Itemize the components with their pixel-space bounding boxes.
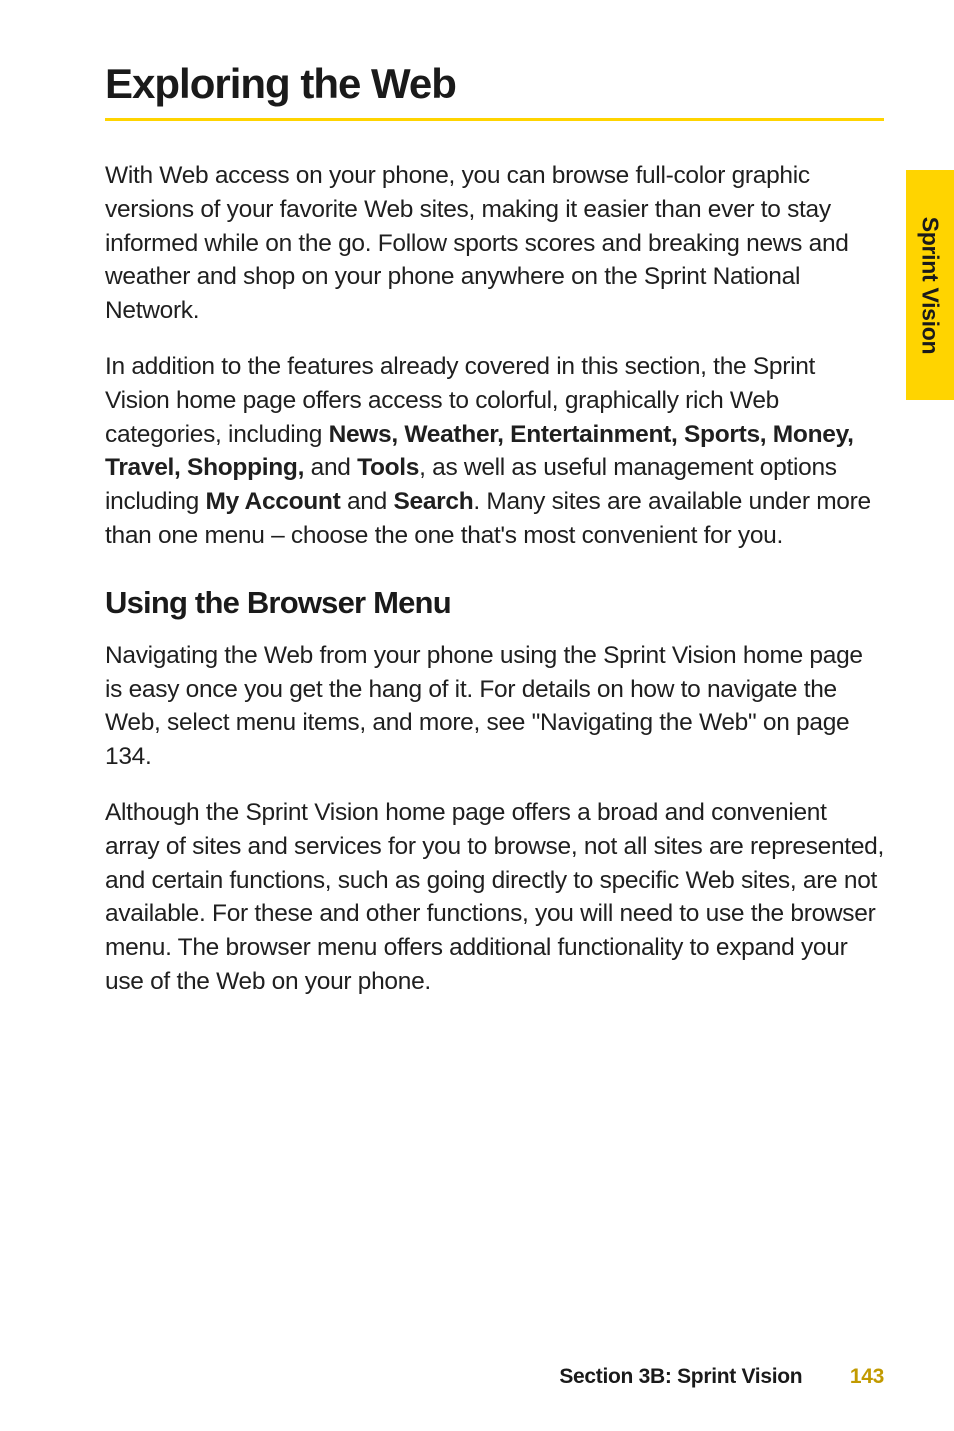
page-title: Exploring the Web [105, 60, 884, 121]
p2-bold-tools: Tools [357, 454, 419, 481]
side-tab-label: Sprint Vision [917, 216, 944, 354]
footer-section-label: Section 3B: Sprint Vision [559, 1365, 802, 1388]
intro-paragraph-1: With Web access on your phone, you can b… [105, 159, 884, 328]
p2-bold-search: Search [393, 488, 473, 515]
side-tab: Sprint Vision [906, 170, 954, 400]
p2-text-b: and [304, 454, 357, 481]
section-heading: Using the Browser Menu [105, 585, 884, 621]
footer-page-number: 143 [850, 1365, 884, 1388]
body-paragraph-1: Navigating the Web from your phone using… [105, 639, 884, 774]
p2-text-d: and [340, 488, 393, 515]
body-paragraph-2: Although the Sprint Vision home page off… [105, 796, 884, 999]
page-footer: Section 3B: Sprint Vision 143 [559, 1365, 884, 1389]
document-page: Sprint Vision Exploring the Web With Web… [0, 0, 954, 1431]
intro-paragraph-2: In addition to the features already cove… [105, 350, 884, 553]
p2-bold-myaccount: My Account [206, 488, 341, 515]
